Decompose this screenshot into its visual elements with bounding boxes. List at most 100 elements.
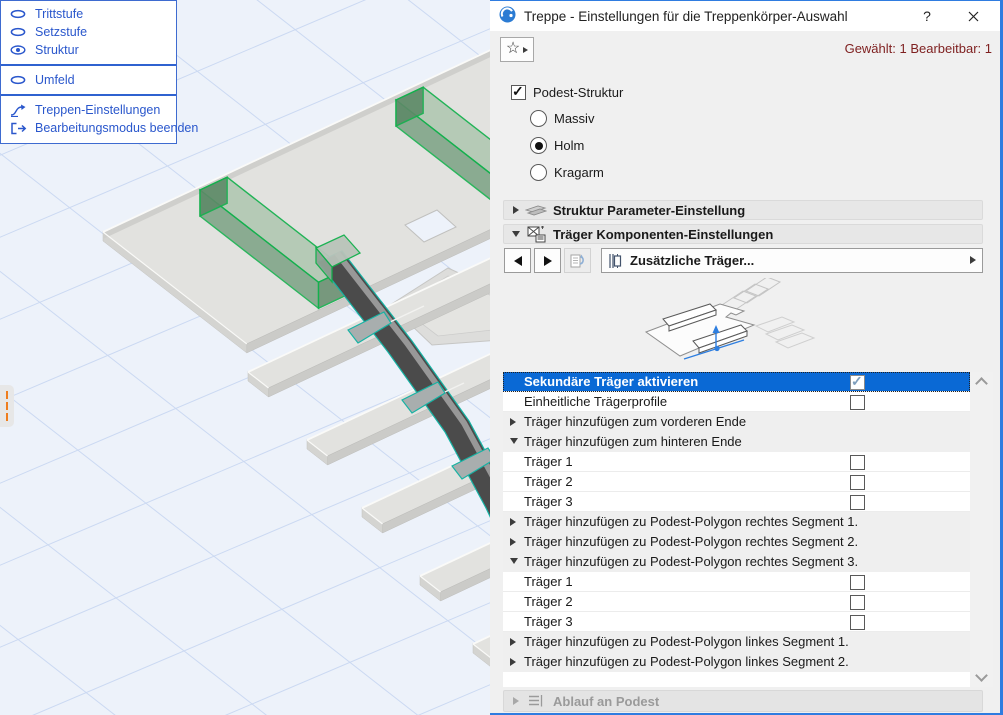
palette-item-bearbeitungsmodus-beenden[interactable]: Bearbeitungsmodus beenden [1,119,176,137]
collapsed-arrow-icon [513,206,519,214]
palette-item-setzstufe[interactable]: Setzstufe [1,23,176,41]
section-ablauf-an-podest[interactable]: Ablauf an Podest [503,690,983,712]
radio-option-kragarm[interactable]: Kragarm [530,159,604,186]
palette-item-struktur[interactable]: Struktur [1,41,176,59]
section-struktur-parameter[interactable]: Struktur Parameter-Einstellung [503,200,983,220]
row-label: Träger hinzufügen zu Podest-Polygon rech… [524,554,858,569]
table-row[interactable]: Träger hinzufügen zu Podest-Polygon rech… [503,512,970,532]
podest-struktur-checkbox[interactable] [511,85,526,100]
app-window: Trittstufe Setzstufe Struktur Umfeld Treppen… [0,0,1003,715]
prev-beam-button[interactable] [504,248,531,273]
stair-edit-palette: Trittstufe Setzstufe Struktur Umfeld Treppen… [0,0,177,144]
row-label: Träger 3 [524,614,573,629]
row-checkbox[interactable] [850,395,865,410]
palette-item-umfeld[interactable]: Umfeld [1,71,176,89]
section-traeger-komponenten[interactable]: Träger Komponenten-Einstellungen [503,224,983,244]
radio-button[interactable] [530,164,547,181]
scroll-down-icon[interactable] [975,669,988,682]
section-label: Ablauf an Podest [553,694,659,709]
radio-option-massiv[interactable]: Massiv [530,105,604,132]
exit-icon [8,122,28,135]
row-label: Träger 1 [524,574,573,589]
transfer-settings-button[interactable] [564,248,591,273]
row-checkbox[interactable] [850,575,865,590]
help-button[interactable]: ? [910,1,944,31]
eye-closed-icon [8,26,28,38]
row-label: Einheitliche Trägerprofile [524,394,667,409]
row-label: Träger hinzufügen zu Podest-Polygon link… [524,634,849,649]
table-row[interactable]: Träger hinzufügen zu Podest-Polygon link… [503,652,970,672]
palette-separator [1,94,176,96]
expanded-arrow-icon[interactable] [510,438,518,444]
table-row[interactable]: Einheitliche Trägerprofile [503,392,970,412]
beam-list: Sekundäre Träger aktivieren Einheitliche … [503,372,970,687]
table-row[interactable]: Träger 2 [503,472,970,492]
palette-item-label: Umfeld [35,73,75,87]
radio-label: Kragarm [554,165,604,180]
scroll-up-icon[interactable] [975,377,988,390]
dialog-title: Treppe - Einstellungen für die Treppenkö… [524,9,848,24]
3d-viewport[interactable]: Trittstufe Setzstufe Struktur Umfeld Treppen… [0,0,490,715]
row-label: Träger hinzufügen zu Podest-Polygon rech… [524,514,858,529]
table-row[interactable]: Träger hinzufügen zu Podest-Polygon rech… [503,532,970,552]
radio-button[interactable] [530,110,547,127]
additional-beams-dropdown[interactable]: Zusätzliche Träger... [601,248,983,273]
expanded-arrow-icon[interactable] [510,558,518,564]
eye-closed-icon [8,74,28,86]
palette-item-label: Trittstufe [35,7,83,21]
dialog-titlebar: Treppe - Einstellungen für die Treppenkö… [490,1,1000,32]
close-icon[interactable] [956,1,990,31]
row-label: Träger 2 [524,594,573,609]
table-row[interactable]: Träger 1 [503,572,970,592]
eye-closed-icon [8,8,28,20]
palette-item-label: Bearbeitungsmodus beenden [35,121,198,135]
table-row[interactable]: Träger 1 [503,452,970,472]
row-label: Träger 2 [524,474,573,489]
arrow-right-icon [544,256,552,266]
row-label: Träger 1 [524,454,573,469]
transfer-icon [570,253,586,269]
dialog-toolbar: ☆ Gewählt: 1 Bearbeitbar: 1 [490,31,1000,65]
podest-struktur-option[interactable]: Podest-Struktur [511,85,623,100]
row-checkbox[interactable] [850,375,865,390]
row-checkbox[interactable] [850,475,865,490]
table-row[interactable]: Träger hinzufügen zum vorderen Ende [503,412,970,432]
next-beam-button[interactable] [534,248,561,273]
palette-item-label: Struktur [35,43,79,57]
row-label: Träger hinzufügen zum vorderen Ende [524,414,746,429]
radio-button[interactable] [530,137,547,154]
row-label: Träger 3 [524,494,573,509]
table-row[interactable]: Träger hinzufügen zu Podest-Polygon link… [503,632,970,652]
row-checkbox[interactable] [850,615,865,630]
collapsed-arrow-icon[interactable] [510,538,516,546]
palette-item-treppen-einstellungen[interactable]: Treppen-Einstellungen [1,101,176,119]
palette-item-trittstufe[interactable]: Trittstufe [1,5,176,23]
structure-radio-group: MassivHolm Kragarm [530,105,604,186]
collapsed-arrow-icon[interactable] [510,658,516,666]
beam-list-scrollbar[interactable] [970,372,993,687]
table-row[interactable]: Träger 3 [503,492,970,512]
dropdown-arrow-icon [970,256,976,264]
row-label: Träger hinzufügen zum hinteren Ende [524,434,742,449]
table-row[interactable]: Träger 2 [503,592,970,612]
row-checkbox[interactable] [850,495,865,510]
row-checkbox[interactable] [850,595,865,610]
collapsed-arrow-icon[interactable] [510,638,516,646]
palette-handle[interactable] [0,385,14,427]
palette-item-label: Setzstufe [35,25,87,39]
table-row[interactable]: Träger hinzufügen zum hinteren Ende [503,432,970,452]
radio-option-holm[interactable]: Holm [530,132,604,159]
table-row[interactable]: Träger hinzufügen zu Podest-Polygon rech… [503,552,970,572]
table-row[interactable]: Sekundäre Träger aktivieren [503,372,970,392]
collapsed-arrow-icon [513,697,519,705]
collapsed-arrow-icon[interactable] [510,518,516,526]
favorites-button[interactable]: ☆ [500,37,534,62]
row-label: Träger hinzufügen zu Podest-Polygon rech… [524,534,858,549]
expanded-arrow-icon [512,231,520,237]
arrow-left-icon [514,256,522,266]
beam-components-icon [523,226,549,243]
table-row[interactable]: Träger 3 [503,612,970,632]
beam-preview-image [630,278,900,372]
row-checkbox[interactable] [850,455,865,470]
collapsed-arrow-icon[interactable] [510,418,516,426]
